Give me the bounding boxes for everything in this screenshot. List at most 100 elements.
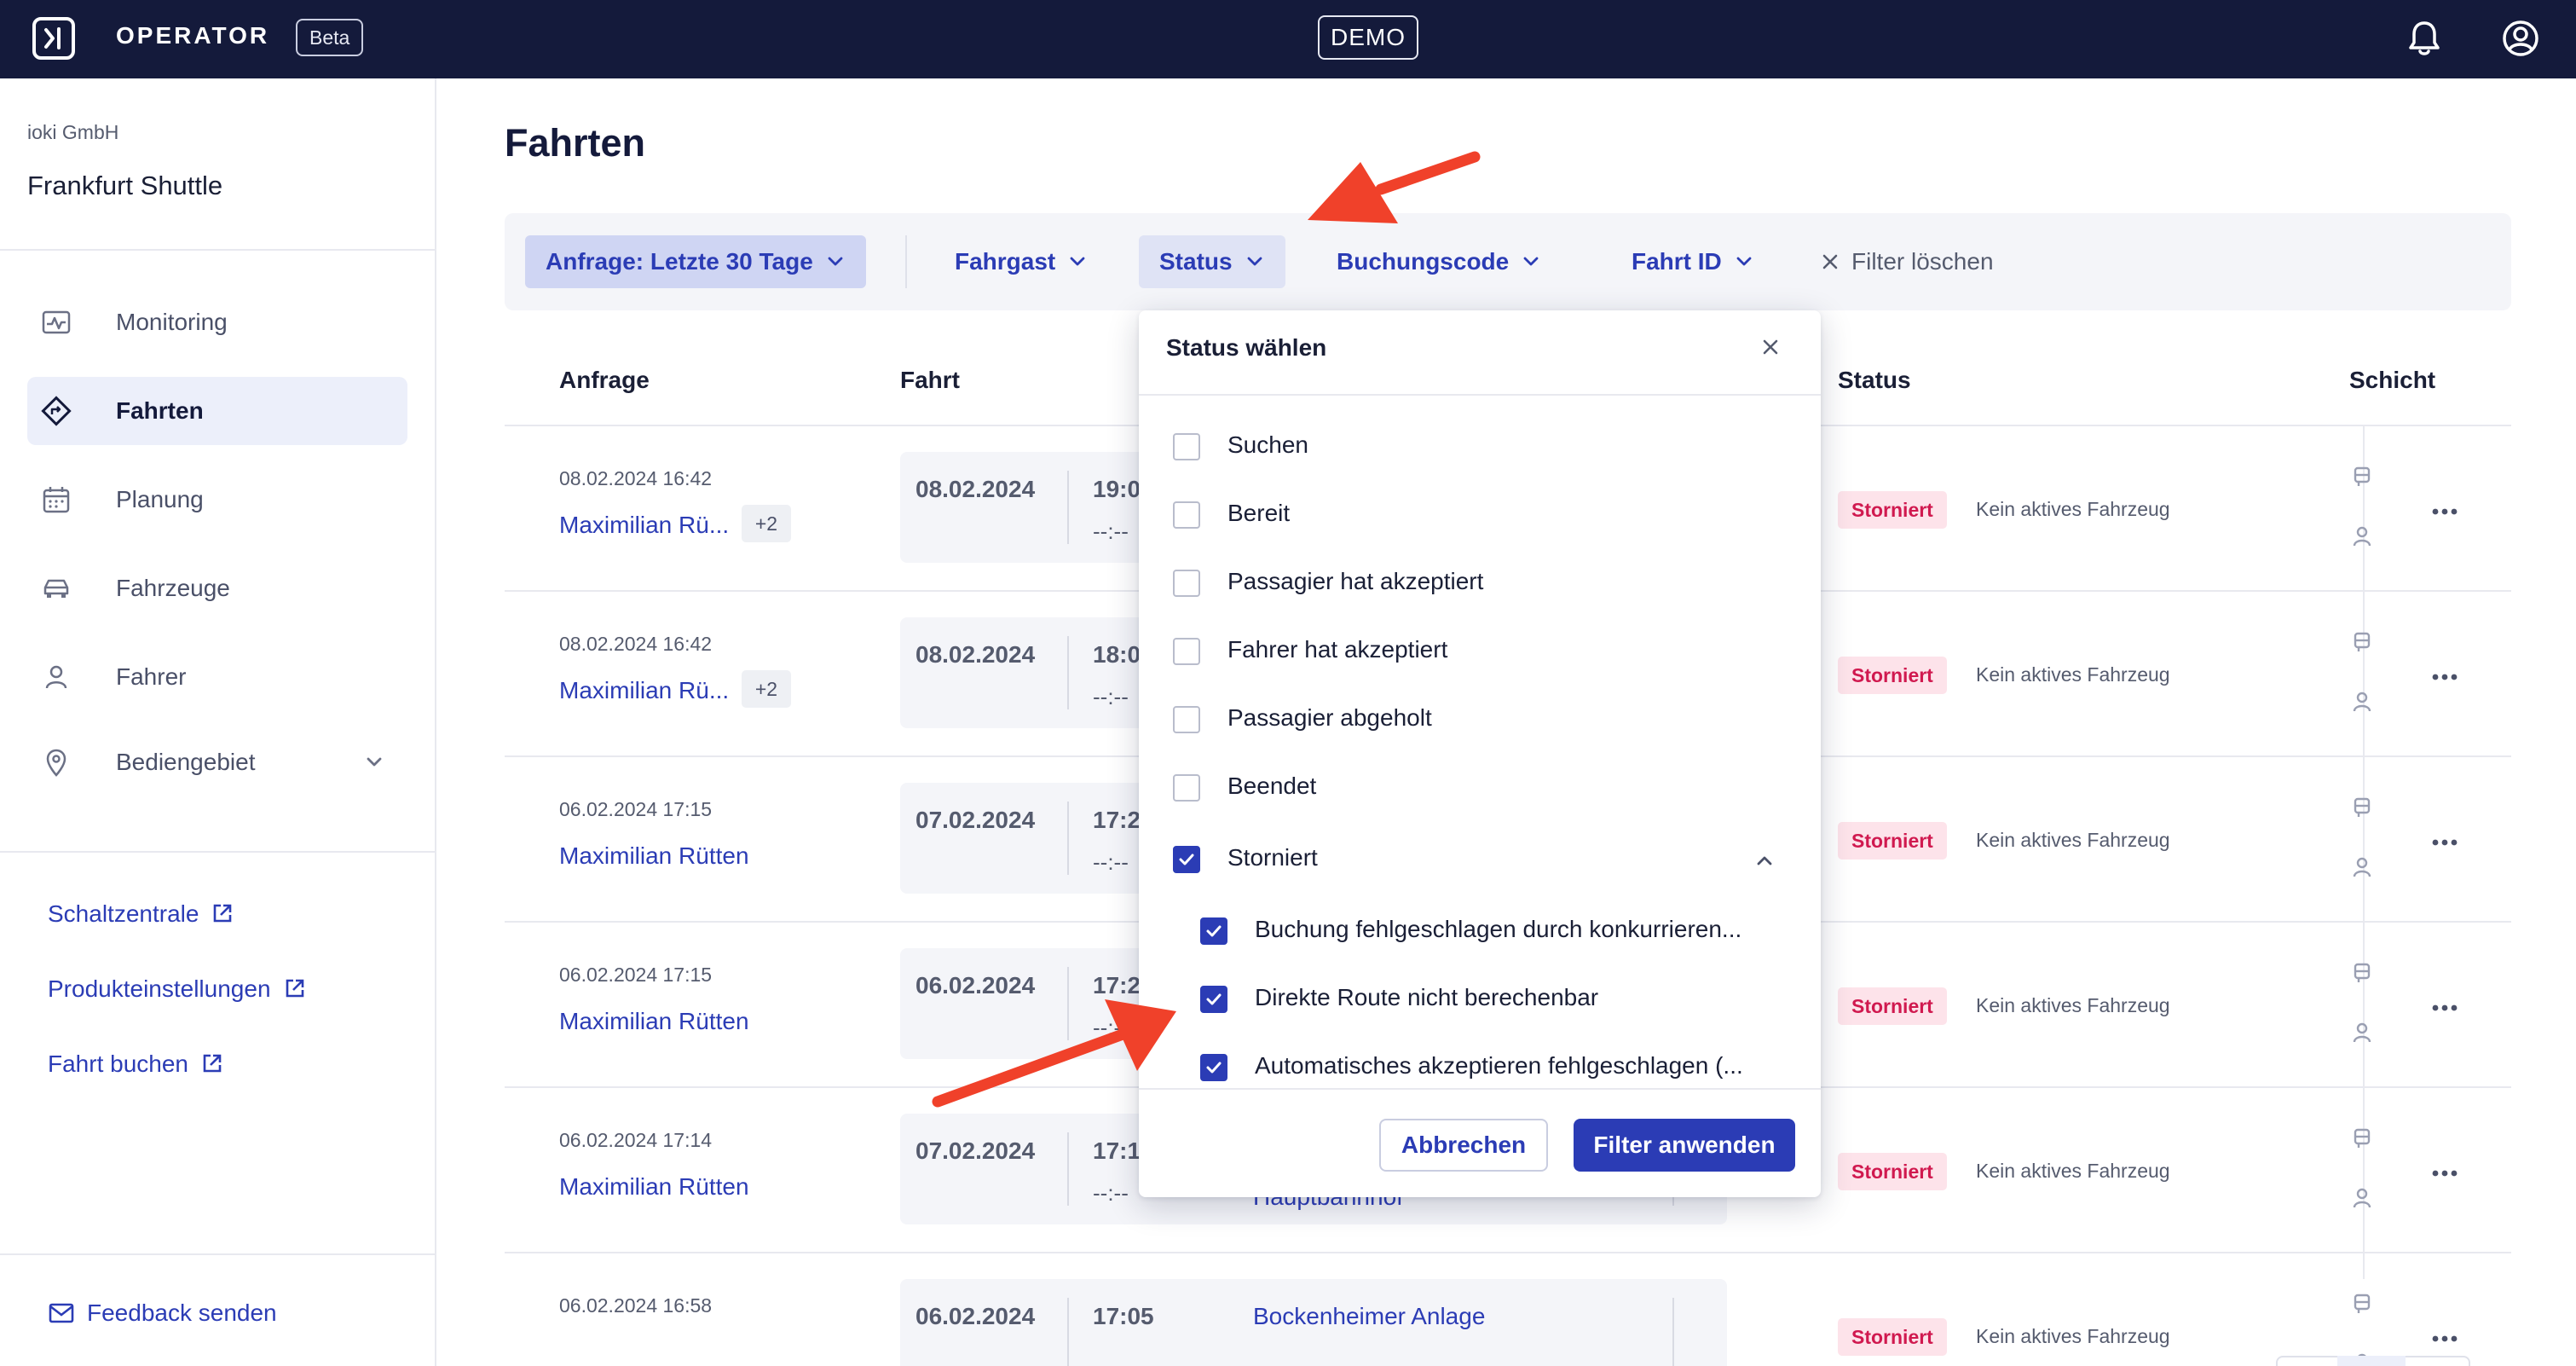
- checkbox[interactable]: [1173, 846, 1200, 873]
- passenger-link[interactable]: Maximilian Rütten: [559, 842, 749, 870]
- checkbox[interactable]: [1200, 1054, 1227, 1081]
- checkbox[interactable]: [1173, 774, 1200, 802]
- filter-trip-id[interactable]: Fahrt ID: [1611, 235, 1775, 288]
- sidebar-item-label: Fahrten: [116, 397, 204, 424]
- status-option[interactable]: Passagier hat akzeptiert: [1139, 549, 1821, 617]
- status-option[interactable]: Passagier abgeholt: [1139, 686, 1821, 754]
- checkbox[interactable]: [1173, 433, 1200, 460]
- apply-filter-button[interactable]: Filter anwenden: [1574, 1119, 1795, 1172]
- link-label: Produkteinstellungen: [48, 975, 271, 1002]
- status-option[interactable]: Beendet: [1139, 754, 1821, 822]
- checkbox[interactable]: [1173, 638, 1200, 665]
- filter-bar: Anfrage: Letzte 30 Tage Fahrgast Status …: [505, 213, 2511, 310]
- request-date: 06.02.2024 17:15: [559, 964, 713, 986]
- passenger-link[interactable]: Maximilian Rü...: [559, 677, 729, 704]
- request-date: 08.02.2024 16:42: [559, 467, 713, 489]
- option-label: Passagier hat akzeptiert: [1227, 568, 1484, 594]
- link-produkteinstellungen[interactable]: Produkteinstellungen: [48, 975, 307, 1003]
- trip-end-time: --:--: [1093, 849, 1129, 875]
- filter-status[interactable]: Status: [1139, 235, 1285, 288]
- vehicle-status: Kein aktives Fahrzeug: [1976, 829, 2170, 851]
- sidebar-item-fahrten[interactable]: Fahrten: [27, 377, 407, 445]
- link-label: Schaltzentrale: [48, 900, 199, 927]
- filter-passenger[interactable]: Fahrgast: [934, 235, 1108, 288]
- option-label: Direkte Route nicht berechenbar: [1255, 984, 1599, 1010]
- shift-vehicle-icon: [2353, 1127, 2371, 1154]
- link-schaltzentrale[interactable]: Schaltzentrale: [48, 900, 234, 928]
- sidebar-item-monitoring[interactable]: Monitoring: [27, 288, 407, 356]
- project-name[interactable]: Frankfurt Shuttle: [27, 171, 222, 201]
- chevron-down-icon: [1070, 257, 1085, 266]
- checkbox[interactable]: [1173, 706, 1200, 733]
- dropdown-header: Status wählen: [1139, 310, 1821, 396]
- status-badge: Storniert: [1838, 657, 1947, 694]
- operator-logo-icon[interactable]: [32, 17, 75, 60]
- trip-divider: [1067, 1298, 1069, 1366]
- filter-booking-code[interactable]: Buchungscode: [1316, 235, 1562, 288]
- trip-time: 17:05: [1093, 1303, 1154, 1329]
- more-actions-icon[interactable]: [2431, 1166, 2458, 1182]
- trip-end-time: --:--: [1093, 518, 1129, 544]
- chevron-down-icon: [1247, 257, 1262, 266]
- sidebar-item-fahrzeuge[interactable]: Fahrzeuge: [27, 554, 407, 622]
- sidebar-item-fahrer[interactable]: Fahrer: [27, 643, 407, 711]
- passenger-link[interactable]: Maximilian Rütten: [559, 1173, 749, 1201]
- filter-label: Buchungscode: [1337, 248, 1510, 275]
- checkbox[interactable]: [1200, 986, 1227, 1013]
- status-option[interactable]: Fahrer hat akzeptiert: [1139, 617, 1821, 686]
- link-fahrt-buchen[interactable]: Fahrt buchen: [48, 1051, 224, 1078]
- trip-card[interactable]: 06.02.2024 17:05 Bockenheimer Anlage: [900, 1279, 1727, 1366]
- notifications-bell-icon[interactable]: [2406, 19, 2443, 62]
- column-header-status[interactable]: Status: [1838, 367, 1911, 394]
- trip-divider: [1067, 802, 1069, 875]
- pagination-current-page[interactable]: [2337, 1356, 2406, 1366]
- trip-end-time: --:--: [1093, 1015, 1129, 1040]
- passenger-link[interactable]: Maximilian Rü...: [559, 512, 729, 539]
- column-header-request[interactable]: Anfrage: [559, 367, 650, 394]
- filter-separator: [905, 235, 907, 288]
- trip-date: 07.02.2024: [915, 807, 1036, 833]
- status-option[interactable]: Storniert: [1139, 825, 1821, 894]
- chevron-down-icon[interactable]: [363, 750, 385, 777]
- checkbox[interactable]: [1173, 570, 1200, 597]
- more-actions-icon[interactable]: [2431, 670, 2458, 686]
- sidebar-item-label: Bediengebiet: [116, 749, 256, 775]
- trip-end-time: --:--: [1093, 1180, 1129, 1206]
- table-row[interactable]: 06.02.2024 16:58 06.02.2024 17:05 Bocken…: [505, 1253, 2511, 1366]
- sidebar-item-planung[interactable]: Planung: [27, 466, 407, 534]
- passenger-link[interactable]: Maximilian Rütten: [559, 1008, 749, 1035]
- additional-passengers-badge[interactable]: +2: [742, 670, 791, 708]
- option-label: Storniert: [1227, 844, 1318, 871]
- status-sub-option[interactable]: Direkte Route nicht berechenbar: [1139, 965, 1821, 1033]
- brand-name: OPERATOR: [116, 22, 270, 49]
- option-label: Fahrer hat akzeptiert: [1227, 636, 1448, 663]
- option-label: Suchen: [1227, 431, 1308, 458]
- column-header-trip[interactable]: Fahrt: [900, 367, 960, 394]
- feedback-button[interactable]: Feedback senden: [48, 1299, 277, 1327]
- additional-passengers-badge[interactable]: +2: [742, 505, 791, 542]
- close-icon[interactable]: [1761, 338, 1780, 361]
- status-sub-option[interactable]: Buchung fehlgeschlagen durch konkurriere…: [1139, 897, 1821, 965]
- filter-request-date[interactable]: Anfrage: Letzte 30 Tage: [525, 235, 866, 288]
- sidebar-item-bediengebiet[interactable]: Bediengebiet: [27, 728, 407, 796]
- trip-divider: [1067, 636, 1069, 709]
- checkbox[interactable]: [1173, 501, 1200, 529]
- more-actions-icon[interactable]: [2431, 1001, 2458, 1016]
- more-actions-icon[interactable]: [2431, 1332, 2458, 1347]
- user-account-icon[interactable]: [2501, 19, 2540, 62]
- link-label: Fahrt buchen: [48, 1051, 188, 1077]
- trip-divider: [1067, 1132, 1069, 1206]
- trip-origin[interactable]: Bockenheimer Anlage: [1253, 1303, 1485, 1330]
- status-option[interactable]: Suchen: [1139, 413, 1821, 481]
- status-option[interactable]: Bereit: [1139, 481, 1821, 549]
- chevron-up-icon[interactable]: [1754, 851, 1775, 876]
- checkbox[interactable]: [1200, 917, 1227, 945]
- clear-filters-button[interactable]: Filter löschen: [1800, 235, 2014, 288]
- status-badge: Storniert: [1838, 987, 1947, 1025]
- chevron-down-icon: [1523, 257, 1539, 266]
- cancel-button[interactable]: Abbrechen: [1379, 1119, 1548, 1172]
- column-header-shift[interactable]: Schicht: [2349, 367, 2435, 394]
- more-actions-icon[interactable]: [2431, 836, 2458, 851]
- more-actions-icon[interactable]: [2431, 505, 2458, 520]
- shift-vehicle-icon: [2353, 796, 2371, 823]
